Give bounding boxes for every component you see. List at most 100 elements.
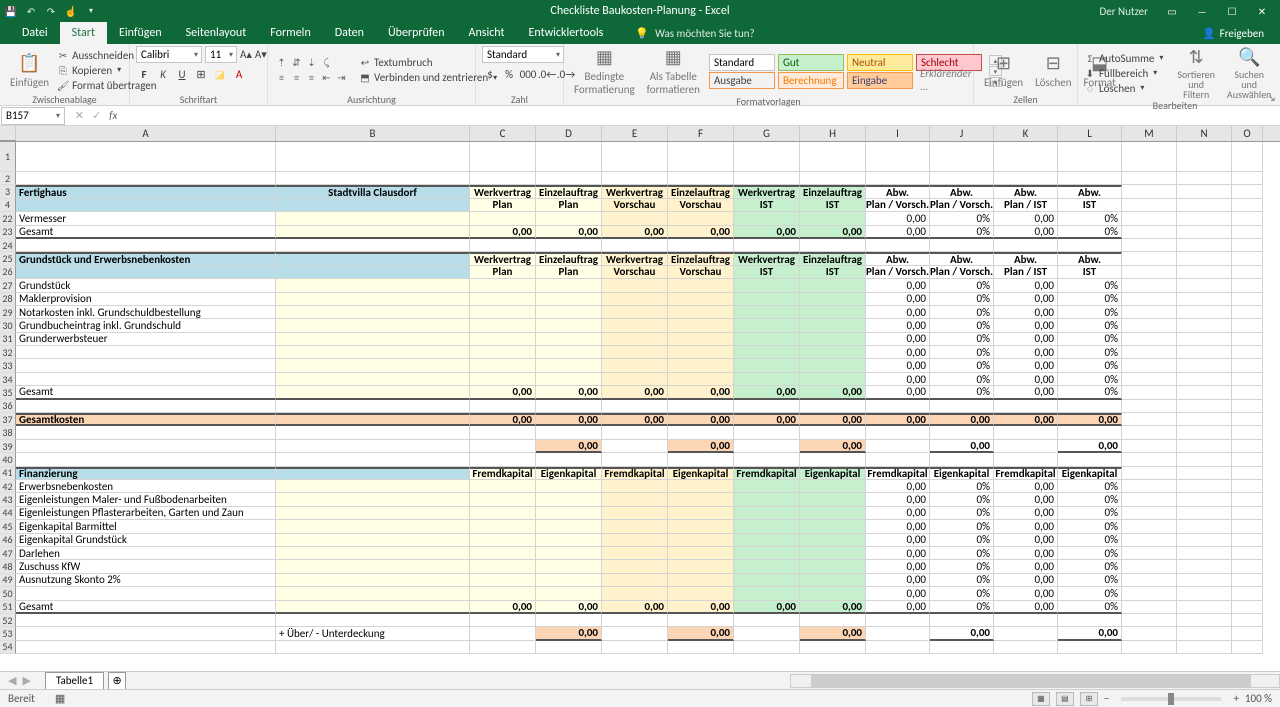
cell[interactable] (800, 279, 866, 292)
cell[interactable]: Plan / IST (994, 199, 1058, 212)
cell[interactable] (536, 641, 602, 654)
cell[interactable] (16, 440, 276, 453)
cell[interactable]: 0,00 (800, 627, 866, 640)
cell[interactable] (800, 614, 866, 627)
cell[interactable]: Einzelauftrag (536, 185, 602, 198)
cell[interactable] (276, 212, 470, 225)
cell[interactable]: Fremdkapital (866, 467, 930, 480)
row-header[interactable]: 28 (0, 293, 16, 306)
cell[interactable] (1122, 359, 1177, 372)
cell[interactable] (602, 547, 668, 560)
enter-formula-icon[interactable]: ✓ (92, 109, 101, 122)
cell[interactable]: 0,00 (866, 601, 930, 614)
cell[interactable] (668, 547, 734, 560)
cell[interactable] (930, 453, 994, 466)
cell[interactable] (470, 279, 536, 292)
cell[interactable]: 0,00 (930, 627, 994, 640)
cell[interactable] (1232, 199, 1263, 212)
cell[interactable] (470, 426, 536, 439)
cell[interactable] (16, 359, 276, 372)
cell[interactable] (668, 587, 734, 600)
cell[interactable] (1122, 480, 1177, 493)
cell[interactable]: 0,00 (994, 547, 1058, 560)
cell[interactable]: 0% (1058, 226, 1122, 239)
cell[interactable]: 0% (1058, 493, 1122, 506)
touch-icon[interactable]: ☝ (64, 4, 78, 18)
cell[interactable] (536, 212, 602, 225)
cell[interactable] (16, 627, 276, 640)
cell[interactable] (1058, 641, 1122, 654)
cell[interactable]: 0,00 (800, 386, 866, 399)
cell[interactable]: 0% (1058, 386, 1122, 399)
cell[interactable]: 0,00 (866, 520, 930, 533)
cancel-formula-icon[interactable]: ✕ (75, 109, 84, 122)
cell[interactable] (1122, 547, 1177, 560)
cell[interactable] (536, 400, 602, 413)
orientation-icon[interactable]: ⤹ (319, 55, 334, 70)
cell[interactable]: 0,00 (866, 413, 930, 426)
row-header[interactable]: 54 (0, 641, 16, 654)
cell[interactable]: Ausnutzung Skonto 2% (16, 574, 276, 587)
cell[interactable] (1177, 333, 1232, 346)
cell[interactable] (1177, 226, 1232, 239)
cell[interactable] (734, 587, 800, 600)
cell[interactable] (1122, 453, 1177, 466)
cell[interactable] (276, 293, 470, 306)
cell[interactable] (470, 212, 536, 225)
cell[interactable]: IST (1058, 199, 1122, 212)
cell[interactable] (668, 333, 734, 346)
cell[interactable] (1232, 226, 1263, 239)
cell[interactable] (1177, 172, 1232, 185)
cell[interactable] (276, 426, 470, 439)
cell[interactable] (470, 453, 536, 466)
cell[interactable] (602, 574, 668, 587)
cell[interactable]: 0,00 (866, 293, 930, 306)
col-header-c[interactable]: C (470, 126, 536, 141)
cell[interactable]: 0% (930, 293, 994, 306)
cell[interactable]: Gesamt (16, 601, 276, 614)
cell[interactable] (276, 440, 470, 453)
cell[interactable]: 0% (930, 373, 994, 386)
cell[interactable]: Erwerbsnebenkosten (16, 480, 276, 493)
cell[interactable]: 0,00 (994, 386, 1058, 399)
cell[interactable] (276, 266, 470, 279)
cell[interactable]: 0,00 (994, 346, 1058, 359)
cell[interactable]: Eigenkapital (800, 467, 866, 480)
cell[interactable]: Einzelauftrag (668, 185, 734, 198)
cell[interactable]: Einzelauftrag (536, 252, 602, 265)
tab-ansicht[interactable]: Ansicht (457, 22, 517, 44)
cell[interactable] (930, 614, 994, 627)
cell[interactable] (930, 426, 994, 439)
cell[interactable]: 0,00 (994, 333, 1058, 346)
cell[interactable] (16, 400, 276, 413)
cell[interactable] (470, 239, 536, 252)
cell[interactable]: Plan / Vorsch. (866, 266, 930, 279)
cell[interactable] (1232, 520, 1263, 533)
cell[interactable] (800, 493, 866, 506)
fill-color-icon[interactable]: ◪ (212, 67, 228, 83)
cell[interactable] (668, 279, 734, 292)
cell[interactable]: 0,00 (866, 574, 930, 587)
cell[interactable] (734, 279, 800, 292)
cell[interactable]: 0% (1058, 480, 1122, 493)
cell[interactable] (734, 346, 800, 359)
cell[interactable]: 0,00 (994, 319, 1058, 332)
cell[interactable]: 0,00 (536, 601, 602, 614)
cell[interactable] (1122, 319, 1177, 332)
tab-ueberpruefen[interactable]: Überprüfen (376, 22, 457, 44)
number-format-select[interactable]: Standard (482, 46, 564, 63)
cell[interactable] (470, 547, 536, 560)
cell[interactable] (734, 507, 800, 520)
col-header-d[interactable]: D (536, 126, 602, 141)
cell[interactable] (1058, 239, 1122, 252)
cell[interactable]: 0,00 (734, 413, 800, 426)
cell[interactable] (276, 226, 470, 239)
cell[interactable]: 0,00 (1058, 413, 1122, 426)
cell[interactable] (1122, 239, 1177, 252)
cell[interactable] (800, 306, 866, 319)
cell[interactable]: 0,00 (866, 480, 930, 493)
cell[interactable]: Eigenkapital (930, 467, 994, 480)
cell[interactable]: Plan (536, 199, 602, 212)
cell[interactable] (602, 426, 668, 439)
cell[interactable]: 0,00 (994, 279, 1058, 292)
